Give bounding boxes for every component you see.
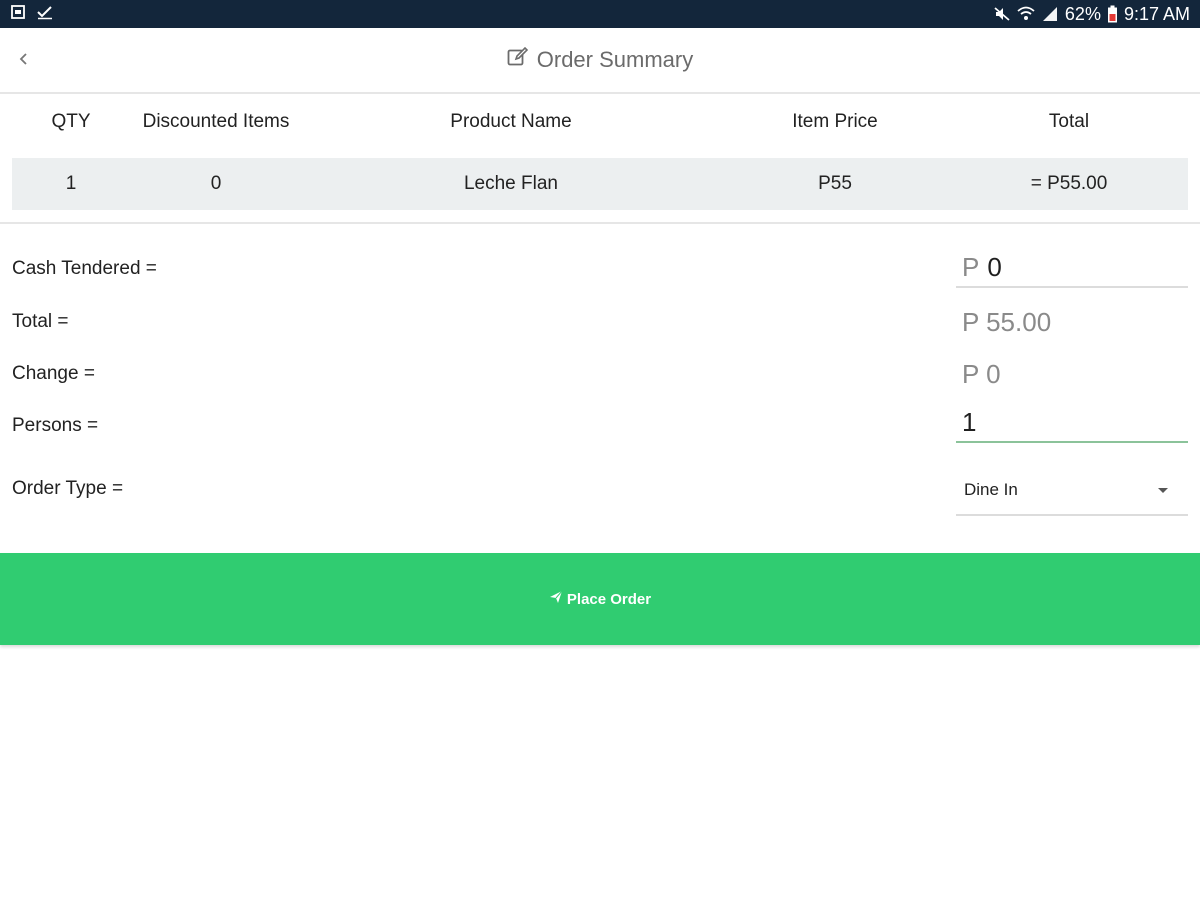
table-row: 1 0 Leche Flan P55 = P55.00 [12,158,1188,210]
persons-label: Persons = [12,415,99,436]
edit-icon [507,46,529,73]
place-order-button[interactable]: Place Order [0,553,1200,645]
place-order-label: Place Order [566,590,652,608]
cell-total: = P55.00 [1030,173,1108,194]
app-header: Order Summary [0,28,1200,94]
change-value: P 0 [962,358,1001,389]
change-label: Change = [12,363,95,384]
signal-icon [1041,6,1059,22]
status-bar-right: 62% 9:17 AM [993,4,1190,25]
cash-tendered-label: Cash Tendered = [12,258,157,279]
checkmark-icon [36,4,54,25]
cell-discounted-items: 0 [210,173,222,194]
page-title-wrap: Order Summary [0,28,1200,92]
total-label: Total = [12,311,69,332]
dropdown-caret-icon [1158,487,1168,493]
table-header-row: QTY Discounted Items Product Name Item P… [12,96,1188,148]
cash-tendered-value: 0 [987,251,1002,282]
status-bar-left [10,4,54,25]
order-type-select[interactable]: Dine In [956,466,1188,516]
column-header-item-price: Item Price [792,111,878,132]
section-divider [0,222,1200,224]
wifi-icon [1017,6,1035,22]
column-header-qty: QTY [51,111,91,132]
total-value: P 55.00 [962,306,1052,337]
cell-product-name: Leche Flan [463,173,558,194]
cash-currency-prefix: P [962,251,980,282]
column-header-product-name: Product Name [450,111,572,132]
send-icon [549,590,563,608]
column-header-total: Total [1048,111,1090,132]
cash-tendered-input[interactable]: P 0 [956,248,1188,288]
cell-qty: 1 [65,173,77,194]
page-title: Order Summary [536,47,694,72]
cell-item-price: P55 [818,173,852,194]
status-bar: 62% 9:17 AM [0,0,1200,28]
column-header-discounted-items: Discounted Items [142,111,290,132]
battery-percent: 62% [1064,3,1101,24]
clock: 9:17 AM [1123,3,1190,24]
screenshot-icon [10,4,26,25]
order-type-selected: Dine In [964,480,1018,499]
persons-input[interactable]: 1 [956,403,1188,443]
mute-icon [993,6,1011,22]
order-items-table: QTY Discounted Items Product Name Item P… [12,96,1188,210]
order-type-label: Order Type = [12,478,124,499]
battery-icon [1107,5,1118,23]
persons-value: 1 [962,406,977,437]
